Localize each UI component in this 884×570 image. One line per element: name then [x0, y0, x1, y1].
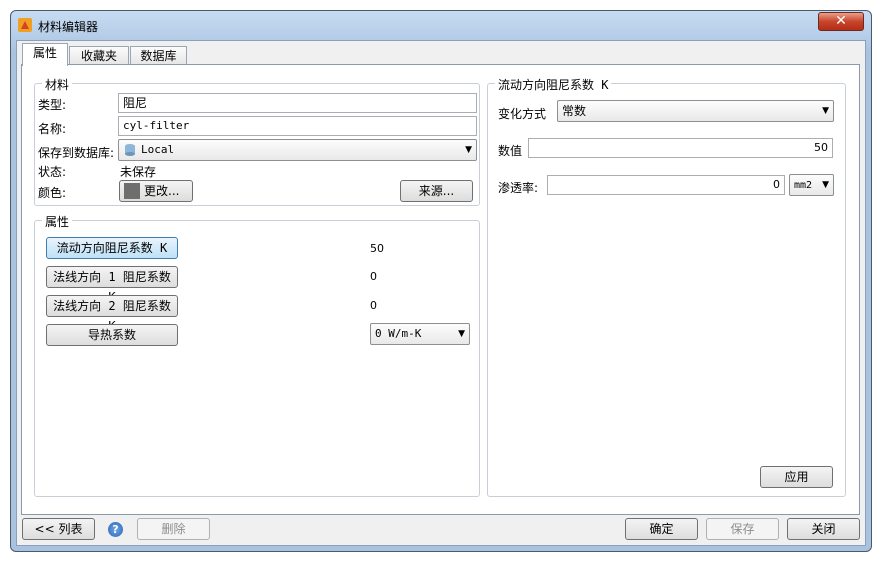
property-flow-resistance-value: 50	[370, 242, 384, 255]
properties-group	[34, 220, 480, 497]
thermal-conductivity-select[interactable]: 0 W/m-K ▼	[370, 323, 470, 345]
save-db-select[interactable]: Local ▼	[118, 139, 477, 161]
properties-group-title: 属性	[42, 213, 73, 230]
close-button[interactable]: 关闭	[787, 518, 860, 540]
variation-select[interactable]: 常数 ▼	[557, 100, 834, 122]
tab-properties[interactable]: 属性	[22, 43, 68, 66]
tab-favorites[interactable]: 收藏夹	[69, 46, 129, 66]
type-label: 类型:	[38, 98, 67, 112]
value-input[interactable]: 50	[528, 138, 833, 158]
close-window-button[interactable]: ✕	[818, 12, 864, 31]
property-normal1-resistance-button[interactable]: 法线方向 1 阻尼系数 K	[46, 266, 178, 304]
property-thermal-conductivity-button[interactable]: 导热系数	[46, 324, 178, 346]
chevron-down-icon: ▼	[458, 329, 465, 339]
tab-database[interactable]: 数据库	[130, 46, 187, 66]
source-button[interactable]: 来源...	[400, 180, 473, 202]
material-group-title: 材料	[42, 76, 73, 93]
thermal-conductivity-value: 0 W/m-K	[375, 327, 422, 340]
help-icon[interactable]: ?	[108, 522, 123, 537]
save-button[interactable]: 保存	[706, 518, 779, 540]
variation-label: 变化方式	[498, 107, 547, 121]
state-value: 未保存	[120, 165, 157, 179]
change-color-label: 更改...	[144, 184, 180, 198]
chevron-down-icon: ▼	[465, 145, 472, 155]
change-color-button[interactable]: 更改...	[119, 180, 193, 202]
detail-group-title: 流动方向阻尼系数 K	[495, 76, 612, 93]
ok-button[interactable]: 确定	[625, 518, 698, 540]
value-label: 数值	[498, 144, 523, 158]
variation-value: 常数	[562, 104, 587, 118]
property-flow-resistance-button[interactable]: 流动方向阻尼系数 K	[46, 237, 178, 259]
permeability-unit-select[interactable]: mm2 ▼	[789, 174, 834, 196]
property-normal1-resistance-value: 0	[370, 270, 377, 283]
save-db-value: Local	[141, 143, 175, 156]
color-swatch	[124, 183, 140, 199]
apply-button[interactable]: 应用	[760, 466, 833, 488]
property-normal2-resistance-value: 0	[370, 299, 377, 312]
permeability-label: 渗透率:	[498, 181, 539, 195]
property-normal2-resistance-button[interactable]: 法线方向 2 阻尼系数 K	[46, 295, 178, 333]
chevron-down-icon: ▼	[822, 106, 829, 116]
chevron-down-icon: ▼	[822, 180, 829, 190]
delete-button[interactable]: 删除	[137, 518, 210, 540]
state-label: 状态:	[38, 165, 67, 179]
permeability-input[interactable]: 0	[547, 175, 785, 195]
window-title: 材料编辑器	[38, 20, 99, 34]
app-icon	[18, 18, 32, 32]
permeability-unit-value: mm2	[794, 180, 813, 191]
type-field[interactable]: 阻尼	[118, 93, 477, 113]
save-db-label: 保存到数据库:	[38, 146, 115, 160]
color-label: 颜色:	[38, 186, 67, 200]
name-label: 名称:	[38, 122, 67, 136]
list-button[interactable]: << 列表	[22, 518, 95, 540]
database-icon	[125, 144, 135, 156]
name-field[interactable]: cyl-filter	[118, 116, 477, 136]
